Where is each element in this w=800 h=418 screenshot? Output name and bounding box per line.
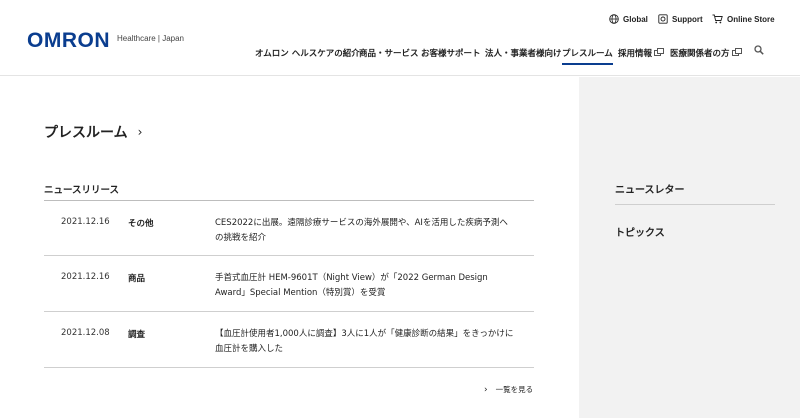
news-date: 2021.12.16 [61,272,110,282]
site-header: OMRON Healthcare | Japan Global Support … [0,0,800,76]
nav-business[interactable]: 法人・事業者様向け [485,47,562,59]
news-category: 商品 [128,274,146,284]
news-row[interactable]: 2021.12.16 商品 手首式血圧計 HEM-9601T（Night Vie… [44,256,534,312]
search-icon[interactable] [754,45,764,55]
chevron-right-icon: › [484,384,488,395]
news-row[interactable]: 2021.12.16 その他 CES2022に出展。遠隔診療サービスの海外展開や… [44,201,534,256]
page-title[interactable]: プレスルーム › [44,122,142,142]
news-category: その他 [128,219,154,229]
logo-subtitle: Healthcare | Japan [117,34,185,43]
divider [615,204,775,205]
news-date: 2021.12.08 [61,328,110,338]
sidebar: ニュースレター トピックス [579,77,800,418]
sidebar-item-topics[interactable]: トピックス [615,224,665,239]
chevron-right-icon: › [137,125,143,139]
nav-pressroom[interactable]: プレスルーム [562,47,613,65]
news-date: 2021.12.16 [61,217,110,227]
global-label: Global [623,14,648,24]
online-store-link[interactable]: Online Store [712,14,775,24]
global-nav: オムロン ヘルスケアの紹介 商品・サービス お客様サポート 法人・事業者様向け … [0,47,800,67]
support-link[interactable]: Support [658,14,703,24]
news-title[interactable]: CES2022に出展。遠隔診療サービスの海外展開や、AIを活用した疾病予測への挑… [215,216,515,246]
cart-icon [712,14,723,24]
news-title[interactable]: 【血圧計使用者1,000人に調査】3人に1人が「健康診断の結果」をきっかけに血圧… [215,327,515,357]
support-label: Support [672,14,703,24]
global-link[interactable]: Global [609,14,648,24]
section-title: ニュースリリース [44,185,120,196]
sidebar-item-newsletter[interactable]: ニュースレター [615,181,685,196]
nav-medical[interactable]: 医療関係者の方 [670,47,742,59]
globe-icon [609,14,619,24]
external-link-icon [731,48,742,56]
external-link-icon [654,48,665,56]
view-all-link[interactable]: › 一覧を見る [484,384,533,395]
nav-support[interactable]: お客様サポート [421,47,481,59]
support-icon [658,14,668,24]
news-category: 調査 [128,330,146,340]
nav-products[interactable]: 商品・サービス [359,47,419,59]
news-title[interactable]: 手首式血圧計 HEM-9601T（Night View）が「2022 Germa… [215,271,515,301]
news-row[interactable]: 2021.12.08 調査 【血圧計使用者1,000人に調査】3人に1人が「健康… [44,312,534,368]
online-store-label: Online Store [727,14,775,24]
nav-about[interactable]: オムロン ヘルスケアの紹介 [255,47,360,59]
nav-recruit[interactable]: 採用情報 [618,47,665,59]
